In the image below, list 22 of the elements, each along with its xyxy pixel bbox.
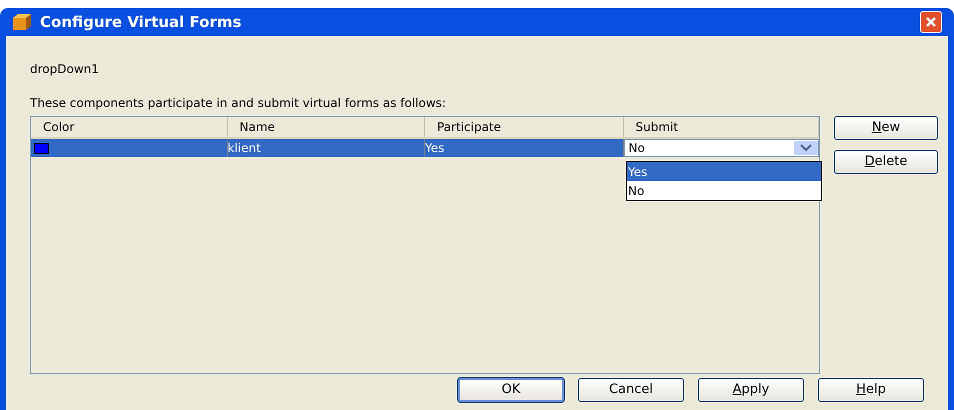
chevron-down-icon[interactable] — [794, 141, 818, 155]
submit-dropdown[interactable]: No — [624, 139, 819, 157]
description-text: These components participate in and submit virtual forms as follows: — [30, 95, 447, 112]
dialog-button[interactable]: Apply — [698, 378, 804, 402]
table-cell-text: klient — [228, 140, 261, 157]
window-title: Configure Virtual Forms — [40, 12, 242, 33]
dialog-button[interactable]: OK — [458, 378, 564, 402]
column-header[interactable]: Submit — [636, 118, 678, 136]
close-icon[interactable] — [925, 16, 937, 28]
table-cell-text: Yes — [425, 140, 444, 157]
dialog-button[interactable]: Delete — [834, 150, 938, 174]
dropdown-option[interactable]: Yes — [627, 162, 821, 181]
column-header[interactable]: Color — [43, 118, 74, 136]
close-button[interactable] — [920, 11, 942, 33]
table-row[interactable]: klient Yes No — [31, 139, 819, 157]
column-header[interactable]: Name — [240, 118, 275, 136]
component-name: dropDown1 — [30, 61, 100, 78]
dialog-button[interactable]: Help — [818, 378, 924, 402]
dialog-button[interactable]: Cancel — [578, 378, 684, 402]
dialog-button[interactable]: New — [834, 116, 938, 140]
window-icon — [12, 13, 32, 31]
column-header[interactable]: Participate — [437, 118, 502, 136]
